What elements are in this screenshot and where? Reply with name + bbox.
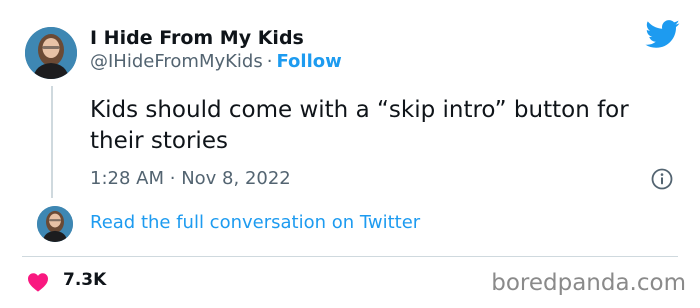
handle-separator: · (266, 51, 273, 72)
follow-button[interactable]: Follow (276, 51, 341, 72)
conversation-avatar[interactable] (37, 206, 73, 242)
heart-icon[interactable] (27, 272, 49, 292)
thread-line (51, 86, 53, 198)
timestamp-separator: · (169, 168, 176, 189)
tweet-date[interactable]: Nov 8, 2022 (181, 168, 291, 189)
read-conversation-link[interactable]: Read the full conversation on Twitter (90, 212, 420, 233)
like-count[interactable]: 7.3K (63, 270, 106, 290)
author-display-name[interactable]: I Hide From My Kids (90, 27, 304, 49)
tweet-timestamp[interactable]: 1:28 AM · Nov 8, 2022 (90, 168, 291, 189)
watermark: boredpanda.com (491, 270, 686, 296)
tweet-embed-card: I Hide From My Kids @IHideFromMyKids · Fol… (0, 0, 700, 308)
author-handle-row: @IHideFromMyKids · Follow (90, 51, 342, 72)
divider (22, 256, 678, 257)
tweet-text: Kids should come with a “skip intro” but… (90, 97, 629, 154)
author-handle[interactable]: @IHideFromMyKids (90, 51, 263, 72)
tweet-time[interactable]: 1:28 AM (90, 168, 164, 189)
author-avatar[interactable] (25, 27, 77, 79)
info-icon[interactable] (650, 167, 674, 191)
twitter-bird-icon[interactable] (644, 19, 680, 49)
